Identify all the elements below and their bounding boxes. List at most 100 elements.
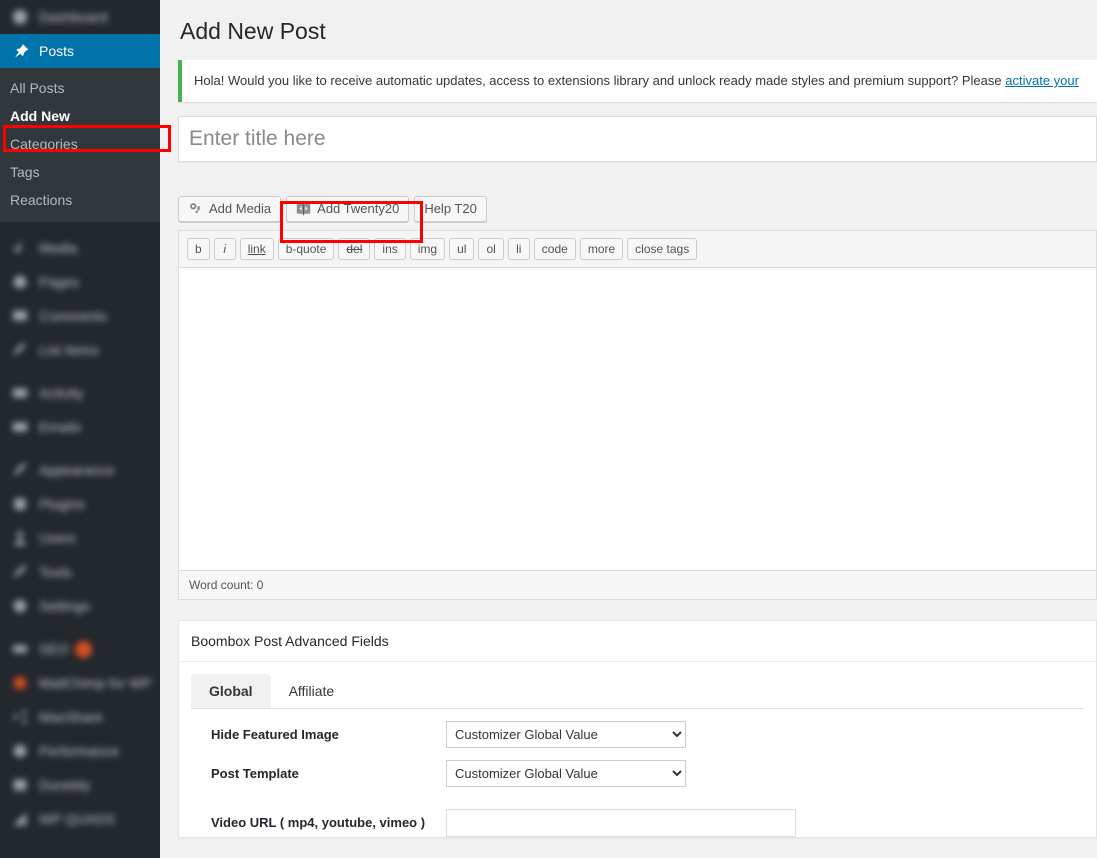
pencil-icon bbox=[10, 340, 30, 360]
sidebar-item-dunebly[interactable]: Dunebly bbox=[0, 768, 160, 802]
media-icon bbox=[10, 238, 30, 258]
sidebar-item-users[interactable]: Users bbox=[0, 521, 160, 555]
dunebly-icon bbox=[10, 775, 30, 795]
quicktag-ul[interactable]: ul bbox=[449, 237, 475, 260]
add-media-label: Add Media bbox=[209, 201, 272, 216]
sidebar-item-list-items[interactable]: List Items bbox=[0, 333, 160, 367]
users-icon bbox=[10, 528, 30, 548]
sidebar-item-appearance[interactable]: Appearance bbox=[0, 453, 160, 487]
field-row-video-url: Video URL ( mp4, youtube, vimeo ) bbox=[191, 787, 1084, 837]
quicktag-ol[interactable]: ol bbox=[478, 237, 504, 260]
quicktag-link[interactable]: link bbox=[239, 237, 274, 260]
video-url-input[interactable] bbox=[446, 808, 796, 837]
post-content-textarea[interactable] bbox=[179, 267, 1096, 570]
sidebar-item-label: Settings bbox=[39, 598, 90, 614]
video-url-control bbox=[446, 808, 1084, 837]
boombox-advanced-fields-metabox: Boombox Post Advanced Fields Global Affi… bbox=[178, 619, 1097, 838]
performance-icon bbox=[10, 741, 30, 761]
add-media-button[interactable]: Add Media bbox=[178, 195, 282, 222]
sidebar-item-activity[interactable]: Activity bbox=[0, 376, 160, 410]
posts-submenu: All Posts Add New Categories Tags Reacti… bbox=[0, 68, 160, 222]
mailchimp-icon bbox=[10, 673, 30, 693]
sidebar-item-categories[interactable]: Categories bbox=[0, 130, 160, 158]
sidebar-item-tools[interactable]: Tools bbox=[0, 555, 160, 589]
sidebar-item-label: Appearance bbox=[39, 462, 115, 478]
sidebar-item-add-new[interactable]: Add New bbox=[0, 102, 160, 130]
sidebar-item-label: Media bbox=[39, 240, 78, 256]
settings-icon bbox=[10, 596, 30, 616]
menu-separator bbox=[0, 222, 160, 231]
hide-featured-image-select[interactable]: Customizer Global Value bbox=[446, 720, 686, 748]
sidebar-item-label: Dunebly bbox=[39, 777, 91, 793]
sidebar-item-maxshare[interactable]: MaxShare bbox=[0, 700, 160, 734]
sidebar-item-posts[interactable]: Posts bbox=[0, 34, 160, 68]
add-twenty20-button[interactable]: Add Twenty20 bbox=[286, 195, 410, 222]
sidebar-item-label: MailChimp for WP bbox=[39, 675, 152, 691]
quicktag-close-tags[interactable]: close tags bbox=[627, 237, 698, 260]
hide-featured-image-label: Hide Featured Image bbox=[211, 726, 339, 742]
sidebar-item-reactions[interactable]: Reactions bbox=[0, 186, 160, 214]
sidebar-item-mailchimp-for-wp[interactable]: MailChimp for WP bbox=[0, 666, 160, 700]
comments-icon bbox=[10, 306, 30, 326]
post-title-input[interactable] bbox=[179, 116, 1096, 161]
post-template-control: Customizer Global Value bbox=[446, 759, 1084, 787]
add-media-icon bbox=[188, 201, 203, 216]
email-icon bbox=[10, 417, 30, 437]
quicktag-i[interactable]: i bbox=[213, 237, 236, 260]
sidebar-item-settings[interactable]: Settings bbox=[0, 589, 160, 623]
menu-separator bbox=[0, 623, 160, 632]
quicktag-li[interactable]: li bbox=[507, 237, 530, 260]
tab-global[interactable]: Global bbox=[191, 673, 271, 708]
field-row-hide-featured-image: Hide Featured Image Customizer Global Va… bbox=[191, 709, 1084, 748]
sidebar-item-label: Users bbox=[39, 530, 76, 546]
plugin-icon bbox=[10, 494, 30, 514]
quicktag-b-quote[interactable]: b-quote bbox=[277, 237, 335, 260]
sidebar-item-media[interactable]: Media bbox=[0, 231, 160, 265]
sidebar-item-label: List Items bbox=[39, 342, 99, 358]
hide-featured-image-control: Customizer Global Value bbox=[446, 720, 1084, 748]
menu-separator bbox=[0, 367, 160, 376]
metabox-title: Boombox Post Advanced Fields bbox=[179, 621, 1096, 662]
tab-affiliate[interactable]: Affiliate bbox=[271, 674, 353, 708]
sidebar-item-emails[interactable]: Emails bbox=[0, 410, 160, 444]
quicktag-img[interactable]: img bbox=[409, 237, 446, 260]
sidebar-item-label: Posts bbox=[39, 43, 75, 59]
sidebar-item-tags[interactable]: Tags bbox=[0, 158, 160, 186]
quicktag-ins[interactable]: ins bbox=[374, 237, 406, 260]
twenty20-icon bbox=[296, 201, 311, 216]
help-t20-button[interactable]: Help T20 bbox=[414, 195, 487, 222]
seo-icon bbox=[10, 639, 30, 659]
wordpress-admin-screen: Dashboard Posts All Posts Add New Catego… bbox=[0, 0, 1097, 858]
sidebar-item-wp-quads[interactable]: WP QUADS bbox=[0, 802, 160, 836]
share-icon bbox=[10, 707, 30, 727]
sidebar-item-pages[interactable]: Pages bbox=[0, 265, 160, 299]
sidebar-item-label: Tools bbox=[39, 564, 72, 580]
sidebar-item-performance[interactable]: Performance bbox=[0, 734, 160, 768]
tools-icon bbox=[10, 562, 30, 582]
quicktag-code[interactable]: code bbox=[533, 237, 576, 260]
post-title-wrapper bbox=[178, 115, 1097, 162]
seo-update-badge bbox=[74, 640, 92, 658]
quicktag-b[interactable]: b bbox=[187, 237, 210, 260]
activate-license-link[interactable]: activate your bbox=[1005, 73, 1079, 88]
sidebar-item-plugins[interactable]: Plugins bbox=[0, 487, 160, 521]
sidebar-item-seo[interactable]: SEO bbox=[0, 632, 160, 666]
sidebar-item-label: Dashboard bbox=[39, 9, 108, 25]
quicktags-toolbar: b i link b-quote del ins img ul ol li co… bbox=[179, 230, 1096, 268]
sidebar-item-label: Pages bbox=[39, 274, 79, 290]
quicktag-del[interactable]: del bbox=[338, 237, 371, 260]
activity-icon bbox=[10, 383, 30, 403]
sidebar-item-all-posts[interactable]: All Posts bbox=[0, 74, 160, 102]
post-template-select[interactable]: Customizer Global Value bbox=[446, 759, 686, 787]
menu-separator bbox=[0, 444, 160, 453]
sidebar-item-label: Activity bbox=[39, 385, 84, 401]
sidebar-item-label: MaxShare bbox=[39, 709, 103, 725]
help-t20-label: Help T20 bbox=[424, 201, 477, 216]
quicktag-more[interactable]: more bbox=[579, 237, 624, 260]
sidebar-item-comments[interactable]: Comments bbox=[0, 299, 160, 333]
dashboard-icon bbox=[10, 7, 30, 27]
post-template-label: Post Template bbox=[211, 765, 299, 781]
sidebar-item-dashboard[interactable]: Dashboard bbox=[0, 0, 160, 34]
page-title: Add New Post bbox=[180, 18, 326, 44]
update-notice: Hola! Would you like to receive automati… bbox=[178, 60, 1097, 102]
